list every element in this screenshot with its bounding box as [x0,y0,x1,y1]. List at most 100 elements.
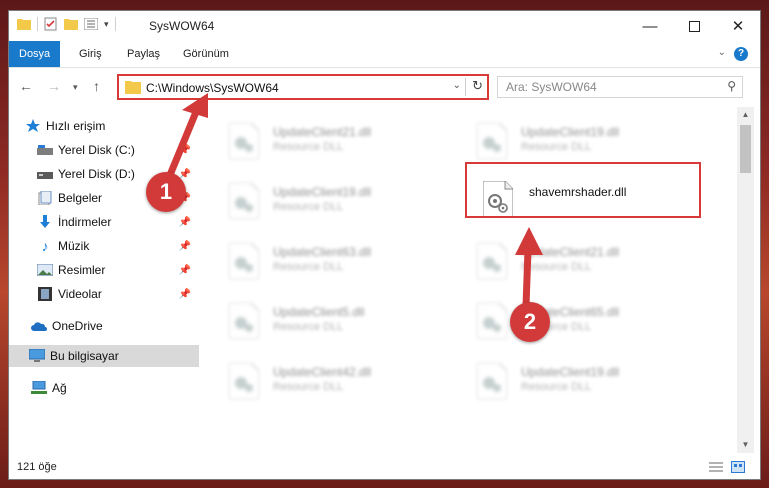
file-item[interactable]: UpdateClient21.dll Resource DLL [455,235,685,287]
dll-file-icon [229,303,259,339]
sidebar-item-pictures[interactable]: Resimler 📌 [37,259,199,281]
file-name: UpdateClient21.dll [521,245,620,259]
cloud-icon [31,318,47,334]
file-item[interactable]: UpdateClient5.dll Resource DLL [207,295,437,347]
scroll-up-icon[interactable]: ▲ [737,107,754,123]
file-description: Resource DLL [521,381,592,393]
pin-icon[interactable]: 📌 [179,265,191,276]
tab-share[interactable]: Paylaş [117,41,170,67]
sidebar-item-this-pc[interactable]: Bu bilgisayar [9,345,199,367]
computer-icon [29,348,45,364]
tab-home[interactable]: Giriş [69,41,112,67]
dll-file-icon [477,303,507,339]
file-description: Resource DLL [273,201,344,213]
sidebar-item-label: İndirmeler [58,215,112,229]
sidebar-item-label: Müzik [58,239,90,253]
video-icon [37,286,53,302]
sidebar-item-quick-access[interactable]: Hızlı erişim [25,115,215,137]
address-separator [465,78,466,96]
close-button[interactable]: ✕ [716,11,760,41]
close-icon: ✕ [731,18,745,35]
file-item[interactable]: UpdateClient21.dll Resource DLL [207,115,437,167]
file-name: UpdateClient19.dll [521,365,620,379]
search-box[interactable]: Ara: SysWOW64 ⚲ [497,76,743,98]
pin-icon[interactable]: 📌 [179,289,191,300]
file-description: Resource DLL [521,141,592,153]
file-item[interactable]: UpdateClient42.dll Resource DLL [207,355,437,407]
ribbon-tabs: Dosya Giriş Paylaş Görünüm ⌄ ? [9,41,760,68]
view-options-icon[interactable] [84,18,98,30]
tab-view[interactable]: Görünüm [173,41,239,67]
new-folder-icon[interactable] [64,18,78,30]
music-icon: ♪ [41,238,49,254]
file-description: Resource DLL [273,321,344,333]
pin-icon[interactable]: 📌 [179,217,191,228]
details-view-icon[interactable] [709,461,723,473]
toolbar-separator [114,17,116,31]
refresh-icon[interactable]: ↻ [472,78,483,94]
chevron-down-icon[interactable]: ⌄ [453,80,461,91]
tab-file[interactable]: Dosya [9,41,61,67]
file-item[interactable]: UpdateClient65.dll Resource DLL [455,295,685,347]
dll-file-icon [229,183,259,219]
address-path[interactable]: C:\Windows\SysWOW64 [146,81,279,95]
search-placeholder: Ara: SysWOW64 [506,80,597,94]
sidebar-item-label: Hızlı erişim [46,119,106,133]
minimize-icon: — [642,17,658,35]
download-icon [37,214,53,230]
file-name: UpdateClient21.dll [273,125,372,139]
customize-toolbar-icon[interactable]: ▾ [104,19,109,30]
pin-icon[interactable]: 📌 [179,145,191,156]
file-item[interactable]: UpdateClient19.dll Resource DLL [455,355,685,407]
star-icon [25,118,41,134]
chevron-down-icon[interactable]: ⌄ [718,47,726,58]
large-icons-view-icon[interactable] [731,461,745,473]
sidebar-item-local-disk-c[interactable]: Yerel Disk (C:) 📌 [37,139,199,161]
file-item[interactable]: UpdateClient19.dll Resource DLL [207,175,437,227]
dll-file-icon [229,243,259,279]
pin-icon[interactable]: 📌 [179,241,191,252]
file-explorer-window: ▾ SysWOW64 — ✕ Dosya Giriş Paylaş Görünü… [8,10,761,480]
recent-locations-icon[interactable]: ▾ [73,82,78,93]
network-icon [31,380,47,396]
maximize-icon [688,20,700,32]
drive-icon [37,166,53,182]
scrollbar-thumb[interactable] [740,125,751,173]
help-icon[interactable]: ? [734,47,748,61]
minimize-button[interactable]: — [628,11,672,41]
sidebar-item-downloads[interactable]: İndirmeler 📌 [37,211,199,233]
step-2-marker: 2 [510,302,550,342]
properties-icon[interactable] [44,17,58,31]
dll-file-icon [477,363,507,399]
address-bar[interactable]: C:\Windows\SysWOW64 ⌄ ↻ [117,74,489,100]
sidebar-item-videos[interactable]: Videolar 📌 [37,283,199,305]
file-description: Resource DLL [273,141,344,153]
file-list: UpdateClient21.dll Resource DLL UpdateCl… [207,107,737,453]
folder-icon [17,19,31,30]
scroll-down-icon[interactable]: ▼ [737,437,754,453]
maximize-button[interactable] [672,11,716,41]
forward-arrow-icon[interactable]: → [47,78,61,94]
file-name: UpdateClient19.dll [521,125,620,139]
status-bar: 121 öğe [9,457,760,479]
sidebar-item-music[interactable]: ♪ Müzik 📌 [37,235,199,257]
sidebar-item-label: Yerel Disk (D:) [58,167,135,181]
item-count: 121 öğe [17,461,57,473]
target-file-highlight [465,162,701,218]
search-icon[interactable]: ⚲ [727,79,736,93]
sidebar-item-onedrive[interactable]: OneDrive [31,315,199,337]
file-item[interactable]: UpdateClient63.dll Resource DLL [207,235,437,287]
file-name: UpdateClient19.dll [273,185,372,199]
sidebar-item-network[interactable]: Ağ [31,377,199,399]
title-bar: ▾ SysWOW64 — ✕ [9,11,760,41]
drive-icon [37,142,53,158]
file-name: UpdateClient5.dll [273,305,365,319]
step-1-marker: 1 [146,172,186,212]
dll-file-icon [229,123,259,159]
dll-file-icon [477,123,507,159]
back-arrow-icon[interactable]: ← [19,78,33,94]
vertical-scrollbar[interactable]: ▲ ▼ [737,107,754,453]
folder-icon [125,81,141,94]
file-item[interactable]: UpdateClient19.dll Resource DLL [455,115,685,167]
up-arrow-icon[interactable]: ↑ [93,78,100,94]
